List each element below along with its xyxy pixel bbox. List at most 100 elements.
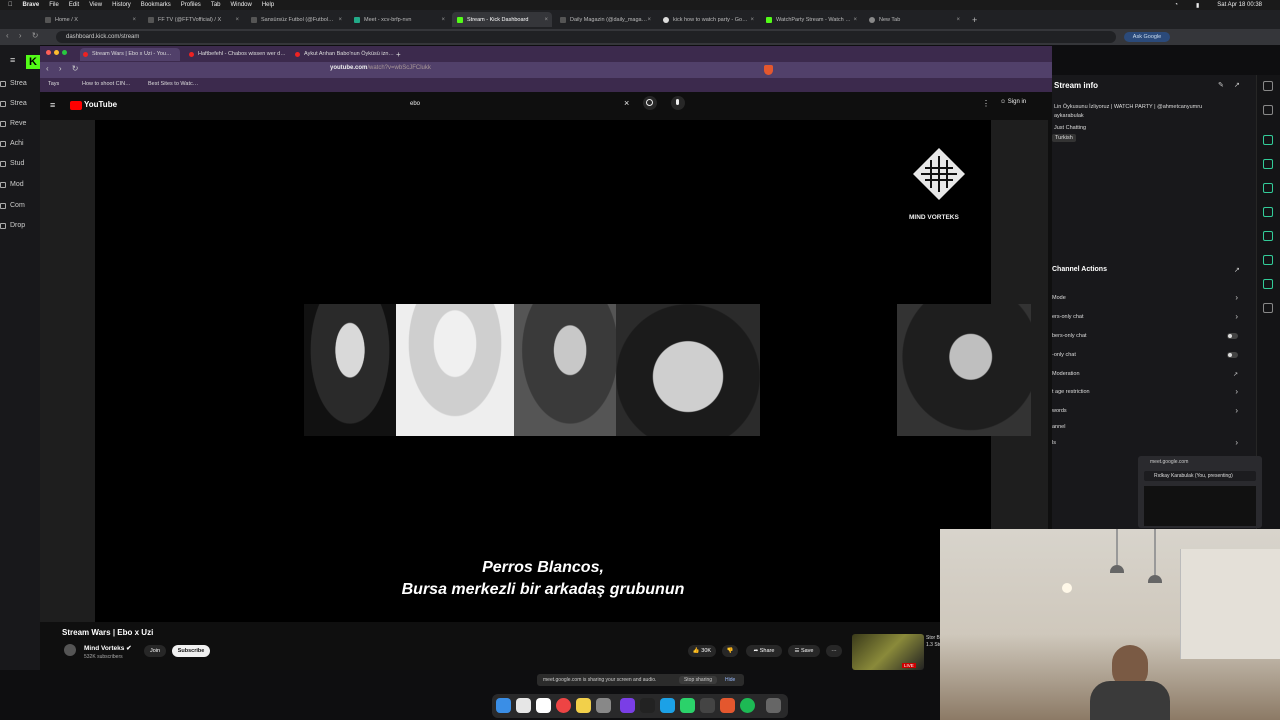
brave-icon[interactable]: [720, 698, 735, 713]
channel-name[interactable]: Mind Vorteks ✔: [84, 644, 132, 652]
close-icon[interactable]: ×: [235, 17, 239, 23]
screen-sharing-icon[interactable]: [660, 698, 675, 713]
sidebar-item-community[interactable]: Com: [0, 202, 25, 209]
inner-tab-active[interactable]: Stream Wars | Ebo x Uzi - You…: [80, 48, 180, 61]
search-icon[interactable]: [643, 96, 657, 110]
launchpad-icon[interactable]: [516, 698, 531, 713]
outer-tab-active[interactable]: Stream - Kick Dashboard ×: [452, 12, 552, 27]
youtube-logo-text[interactable]: YouTube: [84, 100, 117, 109]
outer-tab[interactable]: New Tab ×: [864, 12, 964, 27]
sidebar-item-drops[interactable]: Drop: [0, 222, 25, 229]
new-tab-button[interactable]: +: [967, 12, 981, 27]
close-icon[interactable]: ×: [853, 17, 857, 23]
external-link-icon[interactable]: ↗: [1234, 81, 1240, 89]
close-icon[interactable]: ×: [441, 17, 445, 23]
microphone-icon[interactable]: [671, 96, 685, 110]
sidebar-item-revenue[interactable]: Reve: [0, 120, 26, 127]
channel-action-tools[interactable]: ls ›: [1052, 438, 1238, 447]
sidebar-item-moderation[interactable]: Mod: [0, 181, 24, 188]
channel-action-mode[interactable]: Mode ›: [1052, 293, 1238, 302]
trash-icon[interactable]: [766, 698, 781, 713]
chrome-icon[interactable]: [556, 698, 571, 713]
close-icon[interactable]: ×: [544, 17, 548, 23]
info-icon[interactable]: [1263, 81, 1273, 91]
channel-action-emote-only[interactable]: -only chat: [1052, 352, 1238, 358]
like-button[interactable]: 👍 30K: [688, 645, 716, 657]
inner-tab[interactable]: Aykut Arıhan Babo'nun Öyküsü izn…: [292, 48, 394, 61]
finder-icon[interactable]: [496, 698, 511, 713]
clear-search-icon[interactable]: ×: [624, 98, 629, 108]
menu-tab[interactable]: Tab: [211, 2, 221, 8]
join-button[interactable]: Join: [144, 645, 166, 657]
terminal-icon[interactable]: [640, 698, 655, 713]
link-icon[interactable]: [1263, 231, 1273, 241]
close-icon[interactable]: ×: [956, 17, 960, 23]
menu-file[interactable]: File: [49, 2, 59, 8]
menu-profiles[interactable]: Profiles: [181, 2, 201, 8]
battery-icon[interactable]: ▮: [1196, 2, 1199, 9]
calendar-icon[interactable]: [536, 698, 551, 713]
channel-action-moderation[interactable]: Moderation ↗: [1052, 371, 1238, 378]
more-actions-button[interactable]: ···: [826, 645, 842, 657]
menu-view[interactable]: View: [89, 2, 102, 8]
inner-tab[interactable]: Haftbefehl - Chabos wissen wer d…: [186, 48, 286, 61]
external-link-icon[interactable]: ↗: [1234, 266, 1240, 274]
channel-action-subscribers-only[interactable]: bers-only chat: [1052, 333, 1238, 339]
notes-icon[interactable]: [576, 698, 591, 713]
toggle-switch[interactable]: [1227, 333, 1238, 339]
menu-bookmarks[interactable]: Bookmarks: [141, 2, 171, 8]
apple-icon[interactable]: : [8, 2, 13, 8]
close-icon[interactable]: ×: [750, 17, 754, 23]
meet-picture-in-picture[interactable]: meet.google.com Rıdkay Karabulak (You, p…: [1138, 456, 1262, 528]
stop-sharing-button[interactable]: Stop sharing: [679, 676, 717, 684]
channel-action-blocked-words[interactable]: words ›: [1052, 406, 1238, 415]
menu-app-name[interactable]: Brave: [23, 2, 40, 8]
outer-tab[interactable]: Meet - xcv-brfp-nvn ×: [349, 12, 449, 27]
sidebar-item-studio[interactable]: Stud: [0, 160, 24, 167]
channel-action-age-restriction[interactable]: t age restriction ›: [1052, 387, 1238, 396]
sidebar-item-stream[interactable]: Strea: [0, 80, 27, 87]
sidebar-item-achievements[interactable]: Achi: [0, 140, 24, 147]
channel-action-followers-only[interactable]: ers-only chat ›: [1052, 312, 1238, 321]
youtube-logo-icon[interactable]: [70, 101, 82, 110]
wrench-icon[interactable]: [1263, 279, 1273, 289]
bookmark-shoot-cin[interactable]: How to shoot CIN…: [82, 81, 131, 87]
outer-tab[interactable]: Home / X ×: [40, 12, 140, 27]
close-icon[interactable]: ×: [338, 17, 342, 23]
shield-icon[interactable]: [1263, 135, 1273, 145]
share-button[interactable]: ➦ Share: [746, 645, 782, 657]
toggle-switch[interactable]: [1227, 352, 1238, 358]
inner-new-tab-button[interactable]: +: [396, 48, 406, 61]
menu-help[interactable]: Help: [262, 2, 274, 8]
close-icon[interactable]: ×: [647, 17, 651, 23]
ask-google-button[interactable]: Ask Google: [1124, 32, 1170, 42]
outer-tab[interactable]: FF TV (@FFTVofficial) / X ×: [143, 12, 243, 27]
outer-tab[interactable]: Sansürsüz Futbol (@Futbol… ×: [246, 12, 346, 27]
hamburger-icon[interactable]: ≡: [50, 100, 55, 110]
menu-window[interactable]: Window: [231, 2, 252, 8]
close-icon[interactable]: ×: [132, 17, 136, 23]
video-player[interactable]: MIND VORTEKS Perros Blancos, Bursa merke…: [95, 120, 1031, 622]
wifi-icon[interactable]: ◔: [1174, 2, 1178, 8]
bolt-icon[interactable]: [1263, 159, 1273, 169]
outer-address-bar[interactable]: dashboard.kick.com/stream: [56, 31, 1116, 43]
brave-shield-icon[interactable]: [764, 65, 773, 75]
chat-icon[interactable]: [1263, 207, 1273, 217]
menu-clock[interactable]: Sat Apr 18 00:38: [1217, 2, 1262, 8]
more-options-icon[interactable]: ⋮: [982, 99, 990, 108]
hamburger-icon[interactable]: ≡: [10, 55, 15, 65]
sign-in-button[interactable]: ☺ Sign in: [1000, 99, 1026, 105]
grid-icon[interactable]: [1263, 303, 1273, 313]
activity-icon[interactable]: [700, 698, 715, 713]
twitch-icon[interactable]: [620, 698, 635, 713]
outer-tab[interactable]: WatchParty Stream - Watch … ×: [761, 12, 861, 27]
list-icon[interactable]: [1263, 255, 1273, 265]
menu-history[interactable]: History: [112, 2, 131, 8]
window-controls[interactable]: [46, 50, 72, 56]
inner-nav-icons[interactable]: ‹ › ↻: [46, 64, 82, 73]
hide-button[interactable]: Hide: [725, 677, 735, 683]
whatsapp-icon[interactable]: [680, 698, 695, 713]
channel-action-channel[interactable]: annel: [1052, 424, 1238, 430]
pencil-icon[interactable]: [1263, 105, 1273, 115]
spotify-icon[interactable]: [740, 698, 755, 713]
